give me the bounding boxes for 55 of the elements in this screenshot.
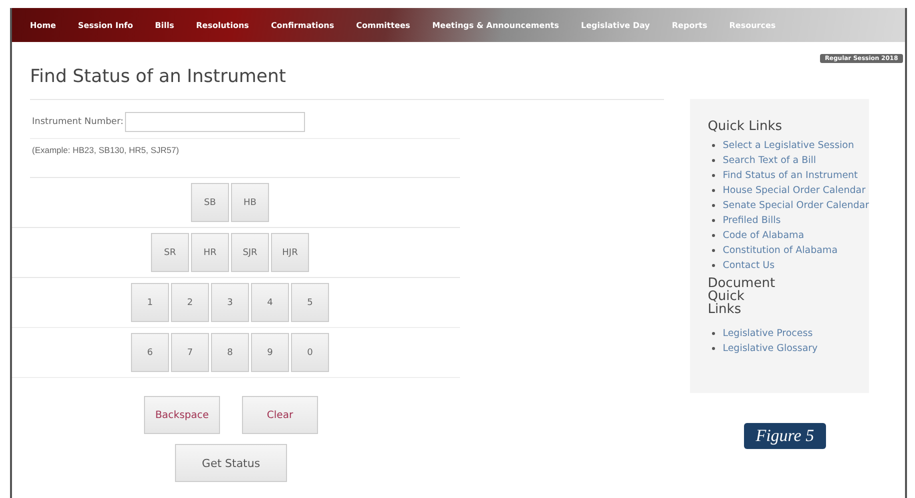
quick-link[interactable]: Select a Legislative Session <box>722 140 854 151</box>
bullet-icon <box>712 347 715 350</box>
bullet-icon <box>712 144 715 147</box>
key-button[interactable]: 7 <box>171 333 209 372</box>
key-button[interactable]: 5 <box>291 283 329 322</box>
key-button[interactable]: 1 <box>131 283 169 322</box>
quick-link[interactable]: Senate Special Order Calendar <box>722 200 869 211</box>
instrument-number-field[interactable] <box>125 112 306 132</box>
bullet-icon <box>712 159 715 162</box>
quick-link[interactable]: House Special Order Calendar <box>722 185 866 196</box>
figure-label: Figure 5 <box>744 423 826 449</box>
key-button[interactable]: 0 <box>291 333 329 372</box>
edit-button[interactable]: Backspace <box>144 396 220 434</box>
key-button[interactable]: 6 <box>131 333 169 372</box>
key-button[interactable]: SR <box>151 233 189 272</box>
nav-link[interactable]: Session Info <box>78 20 134 30</box>
nav-link[interactable]: Resolutions <box>196 20 249 30</box>
bullet-icon <box>712 189 715 192</box>
bullet-icon <box>712 204 715 207</box>
key-button[interactable]: 3 <box>211 283 249 322</box>
bullet-icon <box>712 219 715 222</box>
bullet-icon <box>712 332 715 335</box>
document-link[interactable]: Legislative Process <box>722 328 813 339</box>
key-button[interactable]: HB <box>231 183 269 222</box>
document-links-heading: Document Quick Links <box>708 277 776 316</box>
bullet-icon <box>712 174 715 177</box>
page-title: Find Status of an Instrument <box>30 66 287 87</box>
quick-link[interactable]: Find Status of an Instrument <box>722 170 858 181</box>
quick-link[interactable]: Search Text of a Bill <box>722 155 816 166</box>
quick-link[interactable]: Contact Us <box>722 260 775 271</box>
document-link[interactable]: Legislative Glossary <box>722 343 818 354</box>
nav-link[interactable]: Bills <box>155 20 174 30</box>
key-button[interactable]: 9 <box>251 333 289 372</box>
quick-links-heading: Quick Links <box>708 119 783 134</box>
key-button[interactable]: SJR <box>231 233 269 272</box>
key-button[interactable]: HJR <box>271 233 309 272</box>
bullet-icon <box>712 234 715 237</box>
quick-link[interactable]: Prefiled Bills <box>722 215 781 226</box>
get-status-button[interactable]: Get Status <box>175 444 287 482</box>
nav-link[interactable]: Meetings & Announcements <box>432 20 559 30</box>
key-button[interactable]: 2 <box>171 283 209 322</box>
nav-link[interactable]: Home <box>30 20 56 30</box>
key-button[interactable]: HR <box>191 233 229 272</box>
key-button[interactable]: SB <box>191 183 229 222</box>
key-button[interactable]: 8 <box>211 333 249 372</box>
bullet-icon <box>712 249 715 252</box>
key-button[interactable]: 4 <box>251 283 289 322</box>
example-hint: (Example: HB23, SB130, HR5, SJR57) <box>30 138 460 178</box>
field-label: Instrument Number: <box>32 117 124 127</box>
edit-button[interactable]: Clear <box>242 396 318 434</box>
bullet-icon <box>712 264 715 267</box>
quick-link[interactable]: Code of Alabama <box>722 230 804 241</box>
nav-link[interactable]: Committees <box>356 20 410 30</box>
quick-link[interactable]: Constitution of Alabama <box>722 245 838 256</box>
nav-link[interactable]: Confirmations <box>270 20 334 30</box>
